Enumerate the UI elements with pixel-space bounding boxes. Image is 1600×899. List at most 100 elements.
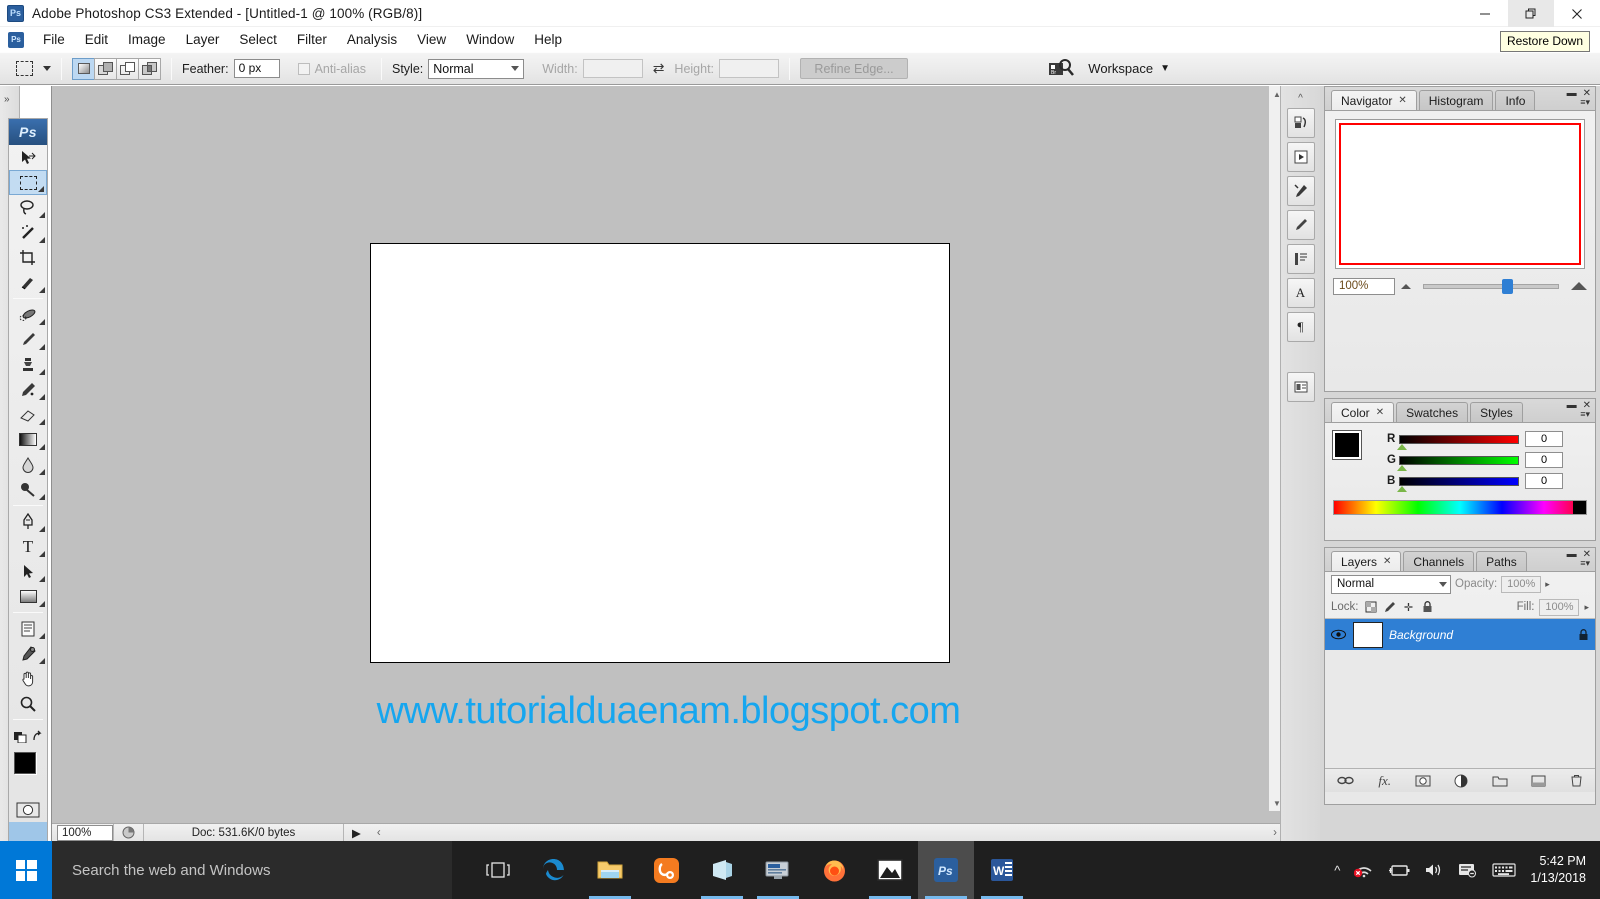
- menu-file[interactable]: File: [33, 29, 75, 50]
- close-icon[interactable]: ✕: [1376, 407, 1384, 418]
- battery-icon[interactable]: [1388, 864, 1410, 877]
- menu-view[interactable]: View: [407, 29, 456, 50]
- minimize-panel-icon[interactable]: ▬: [1567, 400, 1577, 411]
- fill-stepper-icon[interactable]: ▸: [1584, 602, 1589, 613]
- panel-menu-icon[interactable]: ≡▾: [1580, 409, 1590, 420]
- foreground-color-swatch[interactable]: [1332, 430, 1362, 460]
- restore-button[interactable]: [1508, 0, 1554, 27]
- notes-tool[interactable]: [9, 616, 47, 641]
- layer-mask-icon[interactable]: [1415, 775, 1431, 787]
- lock-transparent-pixels-icon[interactable]: [1364, 600, 1378, 614]
- panel-menu-icon[interactable]: ≡▾: [1580, 558, 1590, 569]
- crop-tool[interactable]: [9, 245, 47, 270]
- gradient-tool[interactable]: [9, 427, 47, 452]
- remote-desktop-icon[interactable]: [750, 841, 806, 899]
- lock-position-icon[interactable]: ✛: [1402, 600, 1416, 614]
- close-icon[interactable]: ✕: [1383, 556, 1391, 567]
- lasso-tool[interactable]: [9, 195, 47, 220]
- subtract-from-selection-button[interactable]: [116, 57, 139, 80]
- magic-wand-tool[interactable]: [9, 220, 47, 245]
- extras-row[interactable]: [9, 723, 47, 748]
- go-to-bridge-icon[interactable]: Br: [1048, 57, 1075, 80]
- status-zoom-field[interactable]: 100%: [57, 824, 113, 841]
- brushes-icon[interactable]: [1286, 210, 1315, 240]
- paragraph-icon[interactable]: ¶: [1286, 312, 1315, 342]
- menu-image[interactable]: Image: [118, 29, 176, 50]
- action-center-icon[interactable]: [1458, 862, 1478, 878]
- link-layers-icon[interactable]: [1337, 775, 1355, 786]
- minimize-panel-icon[interactable]: ▬: [1567, 88, 1577, 99]
- blur-tool[interactable]: [9, 452, 47, 477]
- refine-edge-button[interactable]: Refine Edge...: [800, 58, 909, 79]
- layer-thumbnail[interactable]: [1353, 621, 1383, 648]
- eraser-tool[interactable]: [9, 402, 47, 427]
- rectangular-marquee-tool[interactable]: [9, 170, 47, 195]
- clone-stamp-tool[interactable]: [9, 352, 47, 377]
- menu-analysis[interactable]: Analysis: [337, 29, 407, 50]
- menu-window[interactable]: Window: [456, 29, 524, 50]
- hand-tool[interactable]: [9, 666, 47, 691]
- quick-mask-mode-button[interactable]: [9, 798, 47, 822]
- slider-thumb[interactable]: [1397, 464, 1407, 471]
- tab-paths[interactable]: Paths: [1476, 551, 1527, 571]
- delete-layer-icon[interactable]: [1570, 774, 1583, 787]
- history-icon[interactable]: [1286, 108, 1315, 138]
- tab-histogram[interactable]: Histogram: [1418, 90, 1494, 110]
- navigator-thumbnail[interactable]: [1335, 119, 1585, 269]
- current-tool-icon[interactable]: [14, 58, 35, 79]
- red-value-input[interactable]: 0: [1525, 431, 1563, 447]
- tool-preset-chevron-down-icon[interactable]: [43, 66, 51, 71]
- horizontal-type-tool[interactable]: T: [9, 534, 47, 559]
- slider-thumb[interactable]: [1397, 443, 1407, 450]
- zoom-tool[interactable]: [9, 691, 47, 716]
- tab-color[interactable]: Color ✕: [1331, 402, 1395, 422]
- task-view-icon[interactable]: [470, 841, 526, 899]
- opacity-stepper-icon[interactable]: ▸: [1545, 579, 1550, 590]
- green-value-input[interactable]: 0: [1525, 452, 1563, 468]
- touch-keyboard-icon[interactable]: [1492, 863, 1516, 877]
- history-brush-tool[interactable]: [9, 377, 47, 402]
- menu-edit[interactable]: Edit: [75, 29, 118, 50]
- panel-menu-icon[interactable]: ≡▾: [1580, 97, 1590, 108]
- layer-style-icon[interactable]: fx.: [1378, 773, 1391, 789]
- tab-layers[interactable]: Layers ✕: [1331, 551, 1402, 571]
- navigator-zoom-input[interactable]: 100%: [1333, 277, 1395, 295]
- slider-thumb[interactable]: [1397, 485, 1407, 492]
- photoshop-icon[interactable]: Ps: [918, 841, 974, 899]
- office-icon[interactable]: [694, 841, 750, 899]
- file-explorer-icon[interactable]: [582, 841, 638, 899]
- tab-swatches[interactable]: Swatches: [1396, 402, 1469, 422]
- show-hidden-icons-icon[interactable]: ^: [1334, 863, 1340, 878]
- feather-input[interactable]: 0 px: [233, 59, 280, 78]
- microsoft-edge-icon[interactable]: [526, 841, 582, 899]
- swap-dimensions-icon[interactable]: ⇄: [653, 60, 665, 77]
- menu-layer[interactable]: Layer: [176, 29, 230, 50]
- status-prev-icon[interactable]: ‹: [369, 824, 389, 842]
- status-play-icon[interactable]: ▶: [343, 823, 369, 842]
- canvas[interactable]: [370, 243, 950, 663]
- anti-alias-checkbox[interactable]: [297, 62, 310, 75]
- foreground-color-swatch[interactable]: [14, 752, 36, 774]
- red-slider-track[interactable]: [1397, 434, 1519, 450]
- green-slider-track[interactable]: [1397, 455, 1519, 471]
- lock-image-pixels-icon[interactable]: [1383, 600, 1397, 614]
- dodge-tool[interactable]: [9, 477, 47, 502]
- photos-icon[interactable]: [862, 841, 918, 899]
- width-input[interactable]: [582, 59, 643, 78]
- tab-navigator[interactable]: Navigator ✕: [1331, 90, 1417, 110]
- tab-info[interactable]: Info: [1495, 90, 1536, 110]
- close-icon[interactable]: ✕: [1398, 95, 1406, 106]
- zoom-out-icon[interactable]: [1401, 283, 1411, 289]
- layer-name[interactable]: Background: [1389, 628, 1572, 642]
- clone-source-icon[interactable]: [1286, 244, 1315, 274]
- menu-filter[interactable]: Filter: [287, 29, 337, 50]
- workspace-button[interactable]: Workspace ▼: [1088, 61, 1170, 76]
- move-tool[interactable]: [9, 145, 47, 170]
- add-to-selection-button[interactable]: [94, 57, 117, 80]
- height-input[interactable]: [719, 59, 780, 78]
- new-group-icon[interactable]: [1492, 775, 1508, 787]
- close-button[interactable]: [1554, 0, 1600, 27]
- minimize-panel-icon[interactable]: ▬: [1567, 549, 1577, 560]
- intersect-with-selection-button[interactable]: [138, 57, 161, 80]
- status-proxy-icon[interactable]: [113, 823, 143, 842]
